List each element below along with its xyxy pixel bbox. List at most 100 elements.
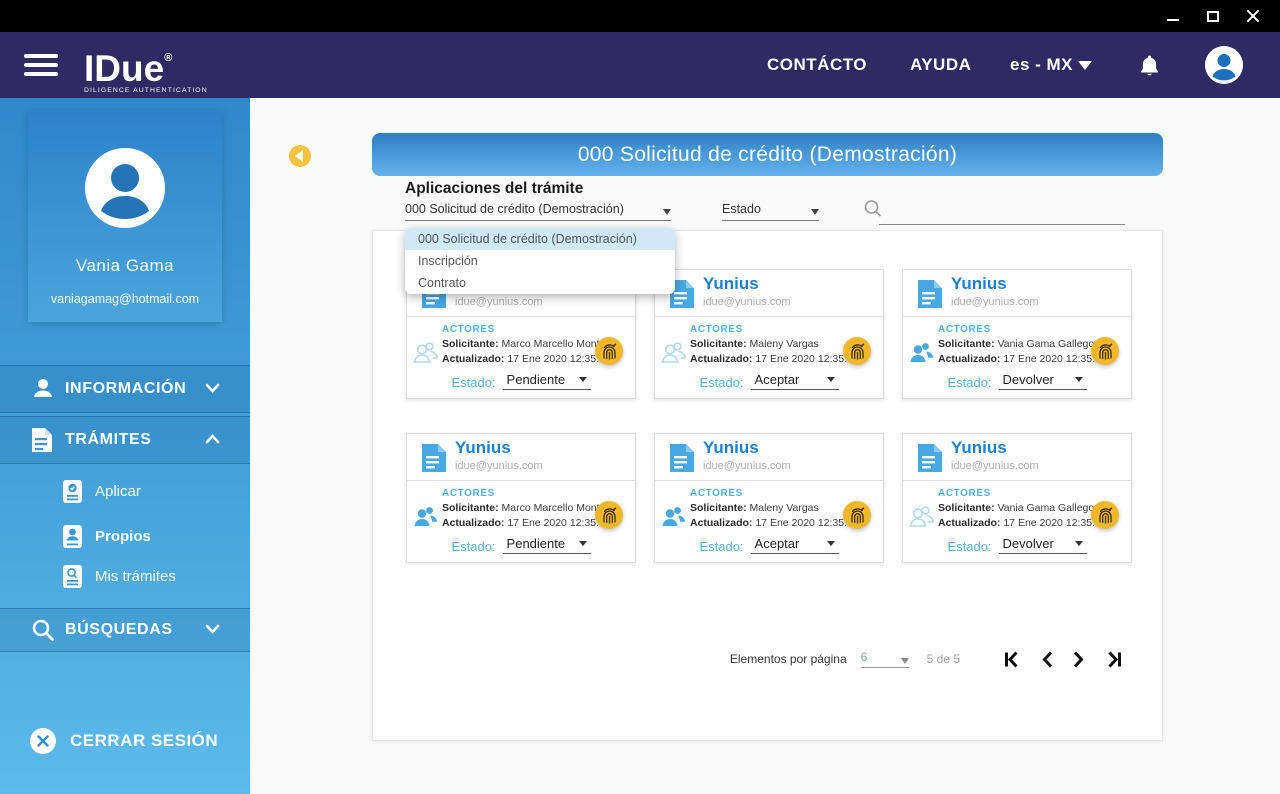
- titlebar: [0, 0, 1280, 32]
- estado-filter-select[interactable]: Estado: [722, 202, 819, 221]
- minimize-button[interactable]: [1164, 7, 1182, 25]
- document-icon: [421, 443, 447, 478]
- document-icon: [30, 426, 60, 454]
- card-company: Yunius: [455, 438, 511, 457]
- people-icon: [660, 340, 687, 370]
- sidebar-subitem-aplicar[interactable]: Aplicar: [0, 476, 250, 506]
- back-button[interactable]: [289, 145, 311, 167]
- notifications-bell-icon[interactable]: [1139, 54, 1160, 82]
- card-estado-value: Aceptar: [754, 536, 800, 551]
- solicitante-line: Solicitante: Vania Gama Gallego: [938, 338, 1095, 350]
- sidebar: Vania Gama vaniagamag@hotmail.com INFORM…: [0, 98, 250, 794]
- card-header: Yunius idue@yunius.com: [655, 270, 883, 317]
- chevron-down-icon: [205, 621, 220, 639]
- sidebar-subitem-label: Mis trámites: [95, 567, 176, 585]
- profile-card: Vania Gama vaniagamag@hotmail.com: [28, 110, 222, 322]
- logo-tagline: DILIGENCE AUTHENTICATION: [84, 87, 208, 94]
- language-select[interactable]: es - MX: [1010, 32, 1093, 98]
- fingerprint-button[interactable]: [843, 337, 871, 365]
- actualizado-line: Actualizado: 17 Ene 2020 12:35:37: [442, 353, 611, 365]
- sidebar-subitem-mis-tramites[interactable]: Mis trámites: [0, 561, 250, 591]
- user-avatar[interactable]: [1205, 46, 1243, 84]
- app-window: IDue® DILIGENCE AUTHENTICATION CONTÁCTO …: [0, 0, 1280, 794]
- per-page-select[interactable]: 6: [860, 650, 909, 668]
- tramite-select[interactable]: 000 Solicitud de crédito (Demostración): [405, 202, 671, 221]
- fingerprint-button[interactable]: [595, 501, 623, 529]
- back-arrow-icon: [295, 150, 303, 162]
- card-header: Yunius idue@yunius.com: [407, 434, 635, 481]
- hamburger-menu-icon[interactable]: [24, 54, 58, 76]
- solicitante-line: Solicitante: Maleny Vargas: [690, 502, 819, 514]
- search-field[interactable]: [863, 198, 1125, 225]
- estado-label: Estado:: [947, 539, 992, 554]
- card-body: ACTORES Solicitante: Maleny Vargas Actua…: [655, 317, 883, 399]
- card-email: idue@yunius.com: [951, 296, 1039, 308]
- fingerprint-button[interactable]: [595, 337, 623, 365]
- chevron-down-icon: [578, 377, 587, 382]
- actualizado-line: Actualizado: 17 Ene 2020 12:35:37: [690, 517, 859, 529]
- tramite-dropdown-menu: 000 Solicitud de crédito (Demostración) …: [405, 228, 675, 294]
- chevron-down-icon: [205, 380, 220, 398]
- logout-button[interactable]: CERRAR SESIÓN: [30, 728, 218, 754]
- card-estado-select[interactable]: Aceptar: [750, 536, 839, 554]
- card-estado-select[interactable]: Devolver: [998, 372, 1087, 390]
- fingerprint-button[interactable]: [843, 501, 871, 529]
- previous-page-button[interactable]: [1040, 650, 1053, 668]
- sidebar-item-informacion[interactable]: INFORMACIÓN: [0, 365, 250, 413]
- card-estado-select[interactable]: Pendiente: [502, 536, 591, 554]
- page-range: 5 de 5: [926, 652, 960, 666]
- card-company: Yunius: [703, 438, 759, 457]
- main-content: 000 Solicitud de crédito (Demostración) …: [250, 98, 1280, 794]
- page-title: 000 Solicitud de crédito (Demostración): [577, 142, 958, 166]
- sidebar-item-label: TRÁMITES: [65, 431, 152, 448]
- estado-row: Estado: Devolver: [903, 372, 1131, 390]
- dropdown-option[interactable]: Inscripción: [405, 250, 675, 272]
- people-icon: [660, 504, 687, 534]
- estado-filter-value: Estado: [722, 202, 761, 216]
- maximize-button[interactable]: [1204, 7, 1222, 25]
- chevron-down-icon: [1074, 541, 1083, 546]
- solicitante-line: Solicitante: Marco Marcello Montes: [442, 502, 611, 514]
- search-input[interactable]: [879, 203, 1125, 225]
- card-company: Yunius: [951, 438, 1007, 457]
- card-estado-value: Devolver: [1002, 536, 1054, 551]
- tramite-card[interactable]: Yunius idue@yunius.com ACTORES Solicitan…: [654, 433, 884, 563]
- estado-label: Estado:: [947, 375, 992, 390]
- card-email: idue@yunius.com: [455, 460, 543, 472]
- close-icon: [1246, 9, 1260, 23]
- card-body: ACTORES Solicitante: Vania Gama Gallego …: [903, 481, 1131, 563]
- card-estado-value: Aceptar: [754, 372, 800, 387]
- app-logo: IDue® DILIGENCE AUTHENTICATION: [84, 38, 208, 95]
- sidebar-subitem-label: Propios: [95, 527, 151, 545]
- card-estado-select[interactable]: Pendiente: [502, 372, 591, 390]
- dropdown-option[interactable]: Contrato: [405, 272, 675, 294]
- sidebar-item-busquedas[interactable]: BÚSQUEDAS: [0, 608, 250, 652]
- contact-link[interactable]: CONTÁCTO: [767, 32, 867, 98]
- sidebar-subitem-propios[interactable]: Propios: [0, 521, 250, 551]
- document-icon: [917, 443, 943, 478]
- help-link[interactable]: AYUDA: [910, 32, 971, 98]
- per-page-label: Elementos por página: [729, 652, 847, 666]
- tramite-card[interactable]: Yunius idue@yunius.com ACTORES Solicitan…: [406, 433, 636, 563]
- close-button[interactable]: [1244, 7, 1262, 25]
- tramite-card[interactable]: Yunius idue@yunius.com ACTORES Solicitan…: [902, 433, 1132, 563]
- chevron-down-icon: [900, 658, 909, 664]
- dropdown-option[interactable]: 000 Solicitud de crédito (Demostración): [405, 228, 675, 250]
- profile-name: Vania Gama: [75, 256, 175, 275]
- card-estado-select[interactable]: Aceptar: [750, 372, 839, 390]
- last-page-button[interactable]: [1106, 650, 1124, 668]
- first-page-button[interactable]: [1002, 650, 1020, 668]
- tramite-card[interactable]: Yunius idue@yunius.com ACTORES Solicitan…: [902, 269, 1132, 399]
- profile-email: vaniagamag@hotmail.com: [50, 292, 200, 306]
- estado-label: Estado:: [451, 539, 496, 554]
- actualizado-line: Actualizado: 17 Ene 2020 12:35:37: [690, 353, 859, 365]
- card-body: ACTORES Solicitante: Vania Gama Gallego …: [903, 317, 1131, 399]
- next-page-button[interactable]: [1073, 650, 1086, 668]
- card-estado-select[interactable]: Devolver: [998, 536, 1087, 554]
- fingerprint-button[interactable]: [1091, 501, 1119, 529]
- tramite-card[interactable]: Yunius idue@yunius.com ACTORES Solicitan…: [654, 269, 884, 399]
- chevron-down-icon: [663, 209, 671, 215]
- fingerprint-button[interactable]: [1091, 337, 1119, 365]
- chevron-down-icon: [578, 541, 587, 546]
- sidebar-item-tramites[interactable]: TRÁMITES: [0, 416, 250, 464]
